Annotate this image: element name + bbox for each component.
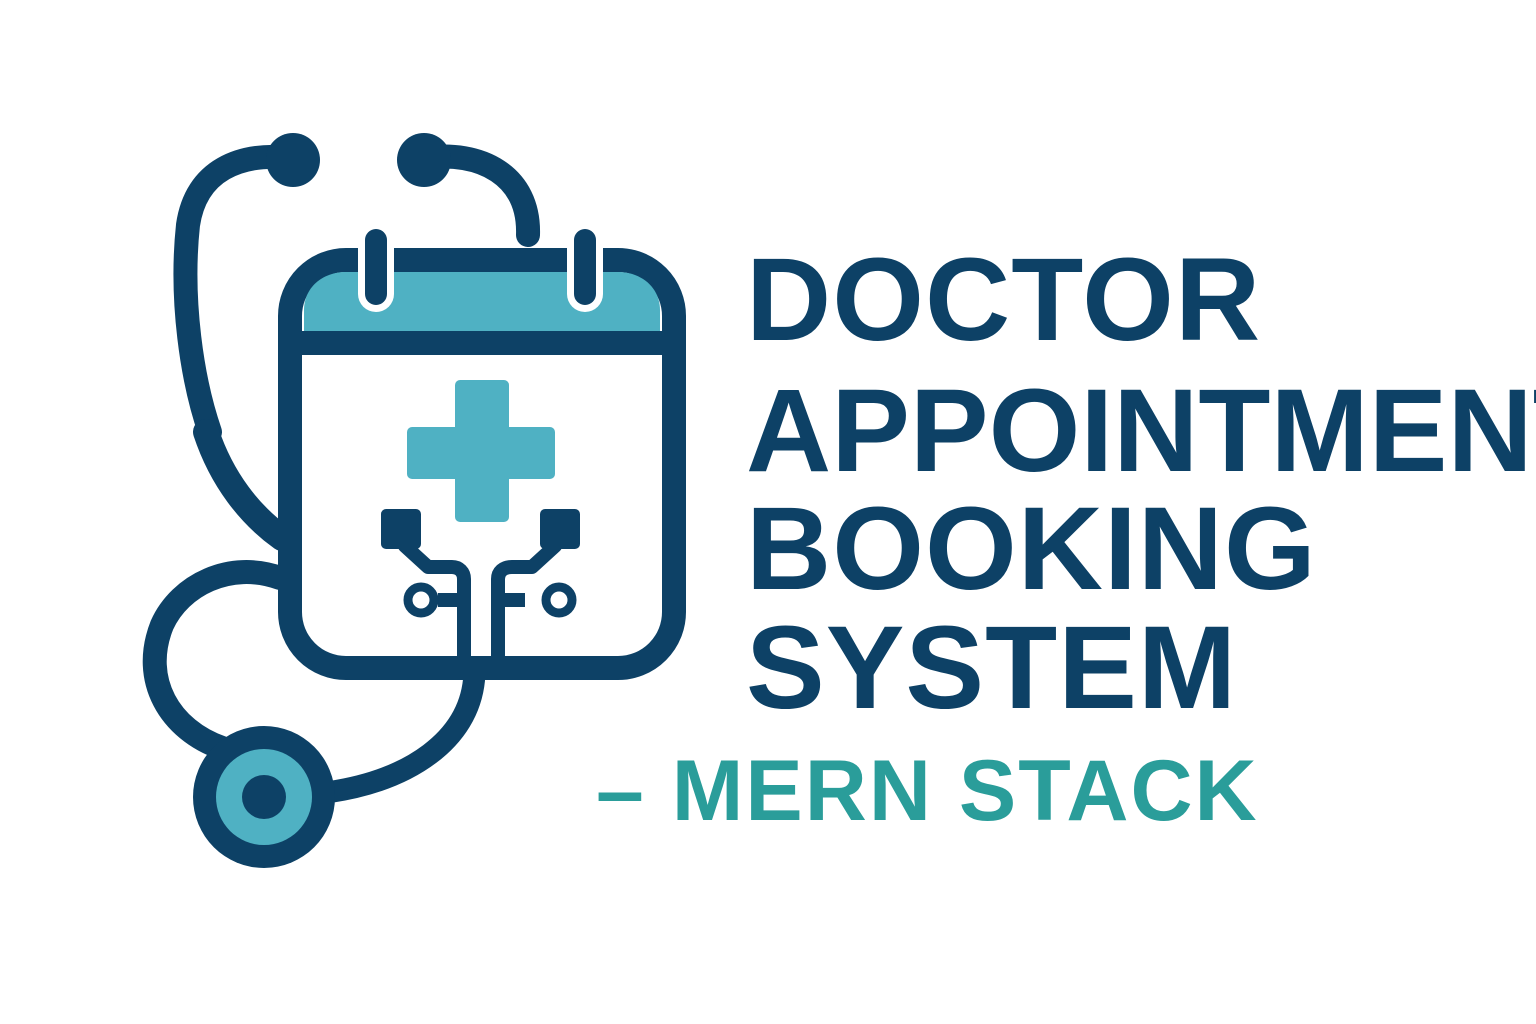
left-ear-tip-icon [266,133,320,187]
right-ear-tip-icon [397,133,451,187]
title-line-appointment: APPOINTMENT [746,365,1536,497]
title-line-booking: BOOKING [746,483,1317,615]
title-line-doctor: DOCTOR [746,234,1262,366]
chest-piece-icon [193,726,335,868]
logo-canvas: DOCTOR APPOINTMENT BOOKING SYSTEM – MERN… [0,0,1536,1024]
title-line-system: SYSTEM [746,602,1238,734]
logo-mark [142,133,686,868]
subtitle-mern-stack: – MERN STACK [596,743,1259,839]
